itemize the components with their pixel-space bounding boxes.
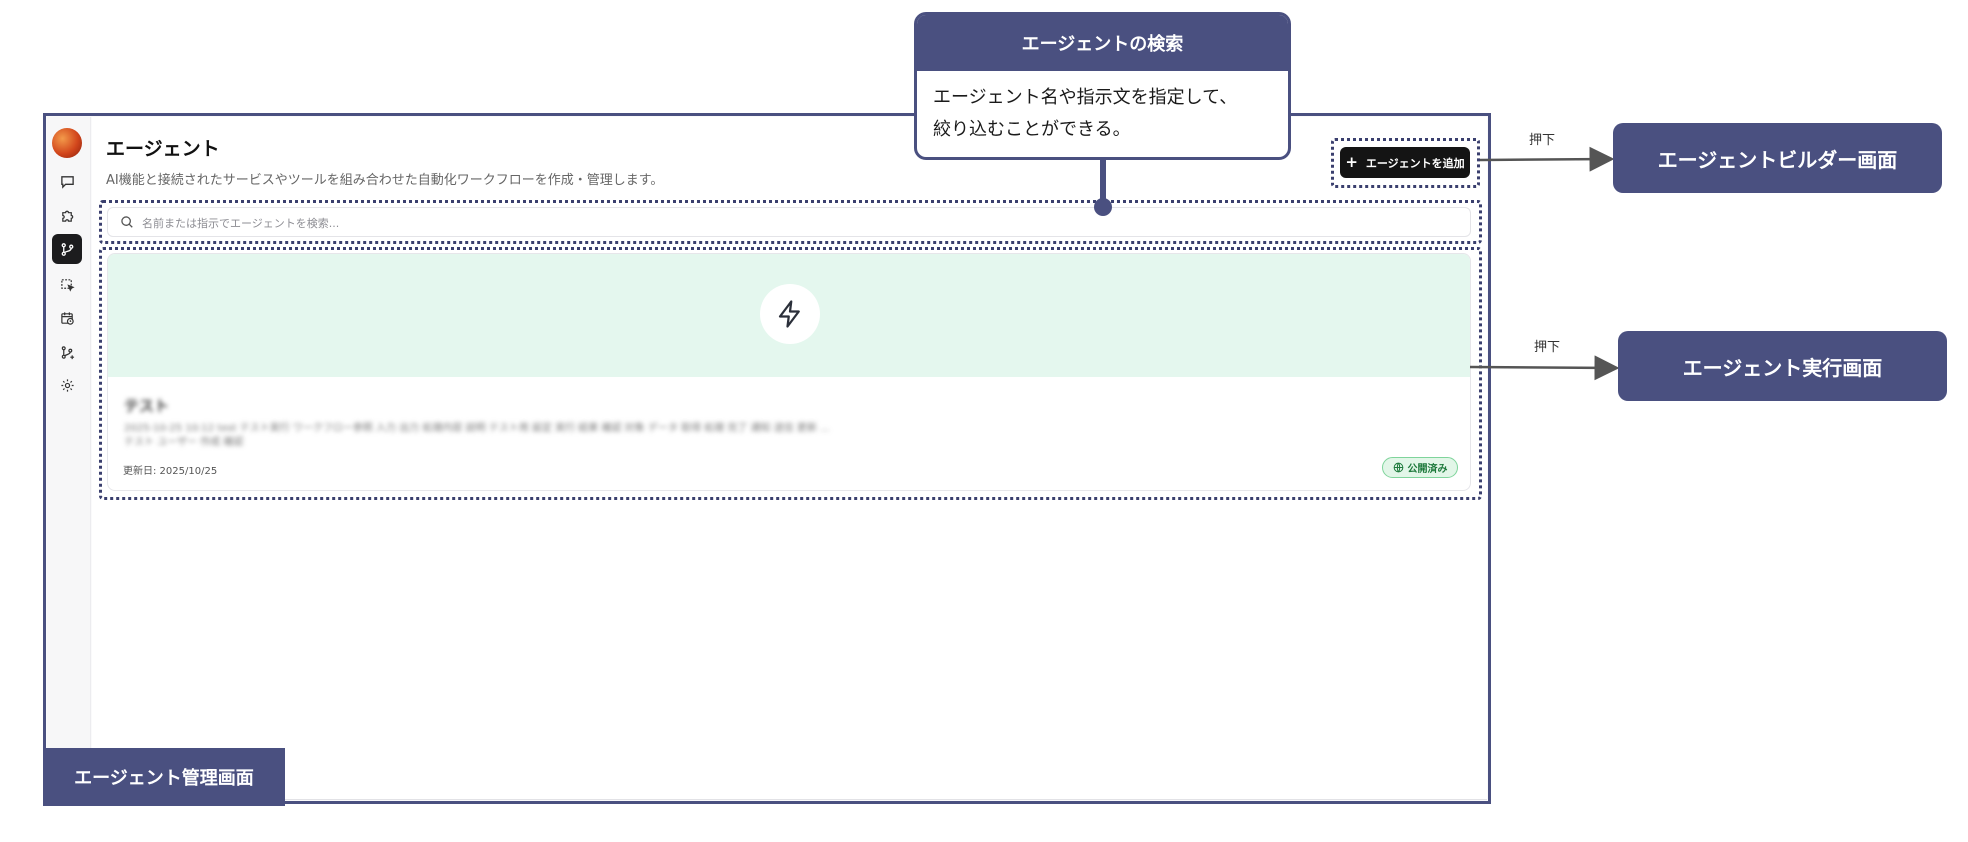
- globe-icon: [1393, 462, 1403, 473]
- arrow-label-runner: 押下: [1534, 340, 1561, 355]
- search-callout: エージェントの検索 エージェント名や指示文を指定して、 絞り込むことができる。: [914, 12, 1291, 160]
- calendar-clock-icon[interactable]: [55, 306, 79, 330]
- page-title: エージェント: [106, 138, 220, 160]
- callout-title: エージェントの検索: [917, 15, 1288, 71]
- agent-card-description: 2025-10-25 10:12 test テスト実行 ワークフロー参照 入力 …: [124, 423, 830, 434]
- page-description: AI機能と接続されたサービスやツールを組み合わせた自動化ワークフローを作成・管理…: [106, 173, 664, 188]
- agent-card[interactable]: テスト 2025-10-25 10:12 test テスト実行 ワークフロー参照…: [107, 253, 1471, 491]
- status-badge-label: 公開済み: [1407, 464, 1448, 475]
- chat-icon[interactable]: [55, 169, 79, 193]
- frame-label: エージェント管理画面: [43, 748, 285, 806]
- agent-card-description-line2: テスト ユーザー 作成 確認: [124, 437, 244, 448]
- puzzle-icon[interactable]: [55, 203, 79, 227]
- agent-runner-screen-box: エージェント実行画面: [1618, 331, 1947, 401]
- lightning-icon: [760, 284, 820, 344]
- plus-icon: +: [1345, 153, 1358, 171]
- workflow-icon[interactable]: [52, 234, 82, 264]
- agent-card-name: テスト: [124, 397, 170, 415]
- search-input[interactable]: 名前または指示でエージェントを検索...: [107, 207, 1471, 237]
- arrow-label-builder: 押下: [1529, 133, 1556, 148]
- add-agent-button[interactable]: + エージェントを追加: [1340, 147, 1470, 178]
- arrow-to-builder: [1479, 146, 1615, 172]
- agent-builder-screen-box: エージェントビルダー画面: [1613, 123, 1942, 193]
- agent-card-updated-date: 更新日: 2025/10/25: [123, 466, 218, 477]
- callout-stem-dot: [1094, 198, 1112, 216]
- settings-icon[interactable]: [55, 373, 79, 397]
- git-branch-plus-icon[interactable]: [55, 340, 79, 364]
- search-icon: [121, 216, 133, 228]
- search-placeholder: 名前または指示でエージェントを検索...: [142, 217, 340, 230]
- arrow-to-runner: [1469, 355, 1620, 381]
- add-agent-button-label: エージェントを追加: [1365, 156, 1465, 170]
- callout-body: エージェント名や指示文を指定して、 絞り込むことができる。: [933, 87, 1238, 140]
- app-logo[interactable]: [52, 128, 82, 158]
- status-badge: 公開済み: [1382, 457, 1458, 478]
- select-icon[interactable]: [55, 272, 79, 296]
